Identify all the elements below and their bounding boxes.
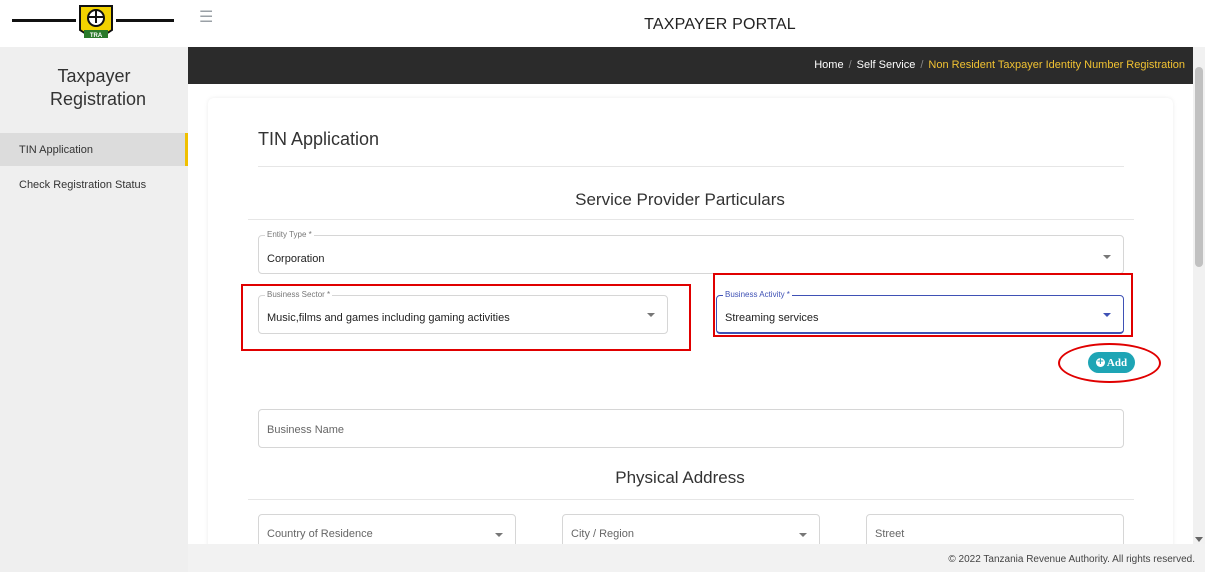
sidebar-item-check-registration-status[interactable]: Check Registration Status — [0, 168, 188, 201]
page-scrollbar[interactable] — [1193, 47, 1205, 544]
chevron-down-icon — [495, 533, 503, 537]
chevron-down-icon — [799, 533, 807, 537]
entity-type-label: Entity Type * — [265, 230, 314, 240]
sidebar-item-label: TIN Application — [19, 144, 93, 156]
city-placeholder: City / Region — [571, 528, 634, 540]
portal-title: TAXPAYER PORTAL — [644, 16, 796, 33]
entity-type-select[interactable]: Entity Type * Corporation — [258, 230, 1124, 274]
logo-text: TRA — [90, 33, 103, 39]
page-title: TIN Application — [258, 129, 380, 149]
highlight-add-button — [1058, 343, 1161, 383]
sidebar-item-tin-application[interactable]: TIN Application — [0, 133, 188, 166]
section-divider — [248, 499, 1134, 500]
section-title-service-provider: Service Provider Particulars — [575, 190, 785, 209]
sidebar-title: Taxpayer Registration — [50, 66, 147, 109]
country-placeholder: Country of Residence — [267, 528, 373, 540]
sidebar: Taxpayer Registration TIN Application Ch… — [0, 47, 188, 572]
breadcrumb: Home / Self Service / Non Resident Taxpayer … — [814, 59, 1185, 71]
footer: © 2022 Tanzania Revenue Authority. All r… — [188, 544, 1205, 572]
tra-logo: TRA — [12, 5, 174, 39]
street-placeholder: Street — [875, 528, 905, 540]
hamburger-icon[interactable]: ☰ — [199, 10, 213, 26]
breadcrumb-bar: Home / Self Service / Non Resident Taxpayer … — [188, 47, 1193, 84]
copyright-text: © 2022 Tanzania Revenue Authority. All r… — [948, 554, 1195, 565]
chevron-down-icon — [1103, 255, 1111, 259]
entity-type-value: Corporation — [267, 253, 325, 265]
breadcrumb-separator: / — [848, 59, 852, 71]
breadcrumb-home[interactable]: Home — [814, 59, 843, 71]
sidebar-item-label: Check Registration Status — [19, 179, 147, 191]
business-name-input[interactable]: Business Name — [258, 409, 1124, 448]
scrollbar-thumb[interactable] — [1195, 67, 1203, 267]
title-divider — [258, 166, 1124, 167]
scroll-down-arrow-icon[interactable] — [1195, 537, 1203, 542]
business-name-placeholder: Business Name — [267, 424, 345, 436]
highlight-business-activity — [713, 273, 1133, 337]
breadcrumb-separator: / — [920, 59, 924, 71]
breadcrumb-self-service[interactable]: Self Service — [857, 59, 916, 71]
top-header: TRA ☰ TAXPAYER PORTAL — [0, 0, 1205, 47]
section-divider — [248, 219, 1134, 220]
highlight-business-sector — [241, 284, 691, 351]
section-title-physical-address: Physical Address — [615, 468, 745, 487]
breadcrumb-current: Non Resident Taxpayer Identity Number Re… — [928, 59, 1185, 71]
